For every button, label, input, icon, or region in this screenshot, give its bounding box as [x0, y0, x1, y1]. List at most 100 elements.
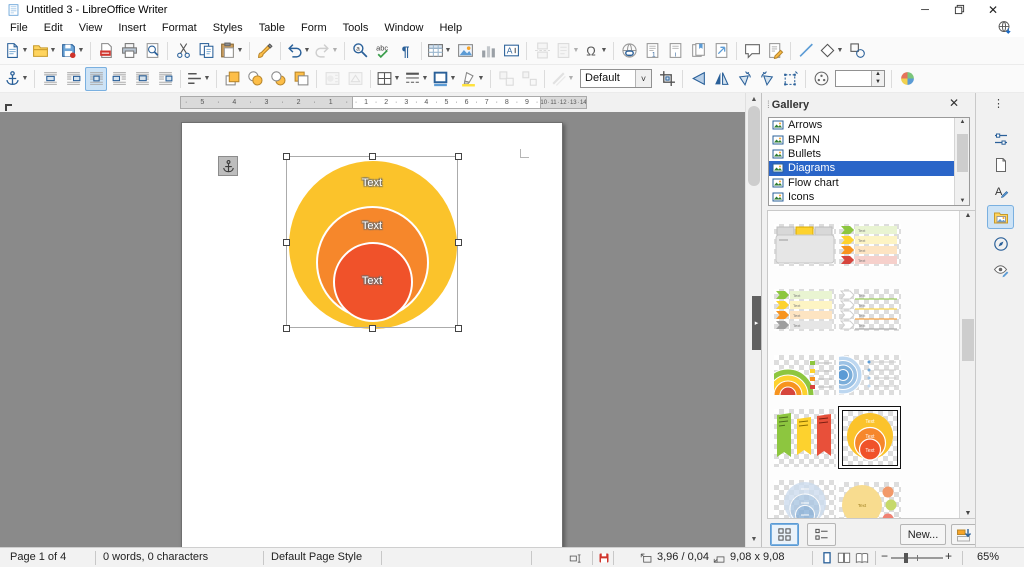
crop-image-button[interactable]: [656, 67, 678, 91]
rotate-right-button[interactable]: [756, 67, 778, 91]
menu-file[interactable]: File: [2, 21, 36, 35]
scroll-up-icon[interactable]: ▲: [746, 93, 762, 107]
gallery-category-bpmn[interactable]: BPMN: [769, 132, 969, 146]
selection-handle[interactable]: [283, 153, 290, 160]
selection-handle[interactable]: [283, 239, 290, 246]
find-replace-button[interactable]: a: [349, 39, 371, 63]
menu-table[interactable]: Table: [251, 21, 293, 35]
wrap-through-button[interactable]: [131, 67, 153, 91]
gallery-thumbnail-bubble-circles[interactable]: Text: [838, 473, 901, 518]
gallery-category-flow-chart[interactable]: Flow chart: [769, 176, 969, 190]
dropdown-arrow-icon[interactable]: ▼: [444, 47, 452, 54]
dropdown-arrow-icon[interactable]: ▼: [21, 47, 29, 54]
borders-button[interactable]: ▼: [375, 67, 402, 91]
rotate-left-button[interactable]: [733, 67, 755, 91]
page-style-status[interactable]: Default Page Style: [271, 551, 362, 563]
dropdown-arrow-icon[interactable]: ▼: [21, 75, 29, 82]
highlight-color-button[interactable]: ▼: [459, 67, 486, 91]
dropdown-arrow-icon[interactable]: ▼: [331, 47, 339, 54]
clone-formatting-button[interactable]: [254, 39, 276, 63]
menu-window[interactable]: Window: [376, 21, 431, 35]
paste-button[interactable]: ▼: [218, 39, 245, 63]
gallery-category-arrows[interactable]: Arrows: [769, 118, 969, 132]
copy-button[interactable]: [195, 39, 217, 63]
new-document-button[interactable]: ▼: [3, 39, 30, 63]
menu-view[interactable]: View: [71, 21, 111, 35]
border-color-button[interactable]: ▼: [431, 67, 458, 91]
selection-handle[interactable]: [455, 153, 462, 160]
zoom-out-icon[interactable]: −: [881, 549, 888, 563]
insert-table-button[interactable]: ▼: [426, 39, 453, 63]
dropdown-arrow-icon[interactable]: ▼: [49, 47, 57, 54]
insert-textbox-button[interactable]: A: [500, 39, 522, 63]
gallery-thumbnail-stacked-rounds-blue[interactable]: [838, 343, 901, 406]
scroll-down-icon[interactable]: ▼: [955, 198, 969, 204]
sidebar-tab-page[interactable]: [987, 153, 1014, 177]
new-theme-button[interactable]: New...: [900, 524, 946, 545]
flip-vertically-button[interactable]: [687, 67, 709, 91]
scrollbar-thumb[interactable]: [962, 319, 974, 361]
panel-grip-icon[interactable]: ⁞: [767, 100, 769, 111]
send-backward-button[interactable]: [267, 67, 289, 91]
sidebar-hide-handle[interactable]: ▸: [752, 296, 761, 350]
selection-handle[interactable]: [455, 325, 462, 332]
sidebar-tab-navigator[interactable]: [987, 232, 1014, 256]
scroll-up-icon[interactable]: ▲: [960, 212, 975, 219]
wrap-off-button[interactable]: [39, 67, 61, 91]
dropdown-arrow-icon[interactable]: ▼: [77, 47, 85, 54]
scroll-down-icon[interactable]: ▼: [746, 533, 762, 547]
gallery-category-bullets[interactable]: Bullets: [769, 147, 969, 161]
gallery-close-icon[interactable]: ✕: [949, 96, 959, 110]
detail-view-button[interactable]: [807, 523, 836, 546]
scrollbar-thumb[interactable]: [748, 106, 760, 186]
align-objects-button[interactable]: ▼: [185, 67, 212, 91]
gallery-thumbnail-chevron-list-warm[interactable]: Text Text Text Text: [838, 213, 901, 276]
selection-handle[interactable]: [283, 325, 290, 332]
category-list-scrollbar[interactable]: ▲ ▼: [954, 118, 969, 205]
image-filter-button[interactable]: [810, 67, 832, 91]
border-style-button[interactable]: ▼: [403, 67, 430, 91]
insert-line-button[interactable]: [795, 39, 817, 63]
gallery-thumbnail-banner-flags[interactable]: [773, 406, 836, 469]
transparency-spinner[interactable]: ▲ ▼: [835, 70, 885, 87]
dropdown-arrow-icon[interactable]: ▼: [449, 75, 457, 82]
wrap-left-button[interactable]: [62, 67, 84, 91]
menu-styles[interactable]: Styles: [205, 21, 251, 35]
export-pdf-button[interactable]: [95, 39, 117, 63]
track-changes-button[interactable]: [764, 39, 786, 63]
thumbnail-scrollbar[interactable]: ▲ ▼: [959, 211, 975, 518]
dropdown-arrow-icon[interactable]: ▼: [836, 47, 844, 54]
document-page[interactable]: Text Text Text: [181, 122, 563, 547]
special-character-button[interactable]: Ω ▼: [582, 39, 609, 63]
menu-edit[interactable]: Edit: [36, 21, 71, 35]
zoom-in-icon[interactable]: +: [945, 549, 952, 563]
dropdown-arrow-icon[interactable]: ▼: [393, 75, 401, 82]
gallery-category-icons[interactable]: Icons: [769, 190, 969, 204]
gallery-thumbnail-nested-circles-warm[interactable]: Text Text Text: [838, 406, 901, 469]
dropdown-arrow-icon[interactable]: ▼: [203, 75, 211, 82]
scrollbar-thumb[interactable]: [957, 134, 968, 172]
chevron-down-icon[interactable]: ˅: [635, 70, 651, 87]
wrap-parallel-button[interactable]: [85, 66, 107, 91]
menu-format[interactable]: Format: [154, 21, 205, 35]
dropdown-arrow-icon[interactable]: ▼: [421, 75, 429, 82]
document-modified-icon[interactable]: [598, 552, 610, 564]
dropdown-arrow-icon[interactable]: ▼: [567, 75, 575, 82]
single-page-view-icon[interactable]: [820, 551, 834, 565]
gallery-thumbnail-chevron-list-outline[interactable]: Text Text Text Text: [838, 278, 901, 341]
formatting-marks-button[interactable]: ¶: [395, 39, 417, 63]
icon-view-button[interactable]: [770, 523, 799, 546]
save-button[interactable]: ▼: [59, 39, 86, 63]
spinner-arrows-icon[interactable]: ▲ ▼: [871, 71, 884, 86]
basic-shapes-button[interactable]: ▼: [818, 39, 845, 63]
sidebar-tab-properties[interactable]: [987, 127, 1014, 151]
transformations-button[interactable]: [779, 67, 801, 91]
page-number-status[interactable]: Page 1 of 4: [10, 551, 66, 563]
scroll-down-icon[interactable]: ▼: [960, 510, 975, 517]
gallery-category-diagrams[interactable]: Diagrams: [769, 161, 969, 176]
undo-button[interactable]: ▼: [285, 39, 312, 63]
paragraph-style-select[interactable]: Default ˅: [580, 69, 652, 88]
object-size-status[interactable]: 9,08 x 9,08: [730, 551, 784, 563]
dropdown-arrow-icon[interactable]: ▼: [236, 47, 244, 54]
restore-button[interactable]: [944, 0, 974, 19]
